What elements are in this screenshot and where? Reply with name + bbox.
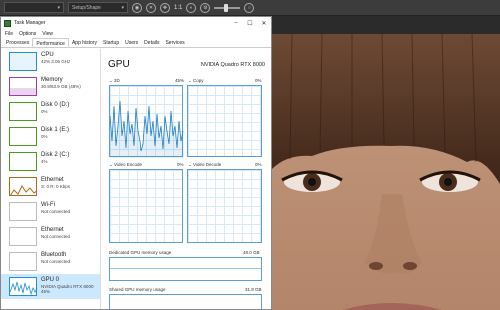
sidebar-item-disk-2[interactable]: Disk 2 (C:) 4% — [1, 149, 100, 174]
sidebar-item-usage: 45% — [41, 289, 51, 294]
menu-view[interactable]: View — [42, 31, 53, 37]
tab-details[interactable]: Details — [141, 38, 162, 47]
engine-3d-graph — [109, 85, 184, 158]
engine-copy-pct: 0% — [255, 78, 262, 83]
menu-file[interactable]: File — [5, 31, 13, 37]
host-dropdown-1[interactable]: ▾ — [4, 2, 64, 13]
engine-3d-pct: 45% — [175, 78, 185, 83]
sidebar-item-label: Ethernet — [41, 227, 64, 233]
sidebar-item-ethernet[interactable]: Ethernet S: 0 R: 0 Kbps — [1, 174, 100, 199]
sidebar-item-label: Disk 0 (D:) — [41, 102, 70, 108]
sidebar-item-label: Bluetooth — [41, 252, 67, 258]
maximize-button[interactable]: ☐ — [243, 17, 257, 29]
host-dropdown-2[interactable]: Setup/Shape ▾ — [68, 2, 128, 13]
engine-video-decode-pct: 0% — [255, 162, 262, 167]
sidebar-item-cpu[interactable]: CPU 42% 3.06 GHz — [1, 49, 100, 74]
ethernet-thumbnail — [9, 177, 37, 196]
host-slider[interactable] — [214, 3, 241, 12]
tab-strip: Processes Performance App history Startu… — [1, 38, 271, 48]
photo-canvas — [272, 34, 500, 310]
sidebar-item-disk-1[interactable]: Disk 1 (E:) 0% — [1, 124, 100, 149]
sidebar-item-memory[interactable]: Memory 30.9/63.9 GB (48%) — [1, 74, 100, 99]
bluetooth-thumbnail — [9, 252, 37, 271]
menu-options[interactable]: Options — [19, 31, 36, 37]
sidebar-item-label: CPU — [41, 52, 54, 58]
cross-icon[interactable]: ✕ — [146, 2, 156, 13]
sidebar-item-label: GPU 0 — [41, 277, 60, 283]
sidebar-item-detail: Not connected — [41, 259, 71, 264]
sidebar-item-detail: 0% — [41, 134, 48, 139]
menu-bar: File Options View — [1, 29, 271, 38]
tab-services[interactable]: Services — [162, 38, 187, 47]
tab-performance[interactable]: Performance — [32, 38, 69, 47]
window-title: Task Manager — [14, 20, 46, 26]
tab-processes[interactable]: Processes — [3, 38, 32, 47]
sidebar-item-bluetooth[interactable]: Bluetooth Not connected — [1, 249, 100, 274]
sidebar-item-detail: 0% — [41, 109, 48, 114]
sidebar-item-label: Disk 2 (C:) — [41, 152, 70, 158]
engine-copy-graph — [187, 85, 262, 157]
gpu-thumbnail — [9, 277, 37, 296]
sidebar-item-disk-0[interactable]: Disk 0 (D:) 0% — [1, 99, 100, 124]
resource-sidebar: CPU 42% 3.06 GHz Memory 30.9/63.9 GB (48%)… — [1, 49, 101, 309]
engine-video-encode-graph — [109, 169, 183, 243]
disk-thumbnail — [9, 127, 37, 146]
sidebar-item-gpu-0[interactable]: GPU 0 NVIDIA Quadro RTX 8000 45% — [1, 274, 100, 299]
gear-icon[interactable]: ⚙ — [200, 2, 211, 13]
sidebar-item-detail: 42% 3.06 GHz — [41, 59, 71, 64]
engine-video-decode-label[interactable]: ⌄ Video Decode — [188, 162, 221, 168]
title-bar[interactable]: Task Manager – ☐ ✕ — [1, 17, 271, 29]
wifi-thumbnail — [9, 202, 37, 221]
host-dropdown-2-value: Setup/Shape — [72, 4, 101, 11]
engine-video-decode-graph — [187, 169, 262, 243]
engine-video-encode-pct: 0% — [177, 162, 184, 167]
portrait-image — [272, 34, 500, 310]
engine-3d-label[interactable]: ⌄ 3D — [109, 78, 120, 84]
sidebar-item-ethernet-2[interactable]: Ethernet Not connected — [1, 224, 100, 249]
circle-icon[interactable]: ○ — [244, 2, 255, 13]
ethernet-thumbnail — [9, 227, 37, 246]
task-manager-window: Task Manager – ☐ ✕ File Options View Pro… — [0, 16, 272, 310]
sidebar-item-label: Disk 1 (E:) — [41, 127, 70, 133]
sidebar-item-detail: S: 0 R: 0 Kbps — [41, 184, 71, 189]
eye-icon[interactable]: ◐ — [186, 2, 197, 13]
sidebar-item-label: Ethernet — [41, 177, 64, 183]
chevron-down-icon: ▾ — [121, 4, 124, 11]
tab-app-history[interactable]: App history — [69, 38, 100, 47]
tab-users[interactable]: Users — [122, 38, 141, 47]
tab-startup[interactable]: Startup — [100, 38, 122, 47]
sidebar-item-label: Wi-Fi — [41, 202, 55, 208]
sidebar-item-detail: Not connected — [41, 209, 71, 214]
engine-video-encode-label[interactable]: ⌄ Video Encode — [109, 162, 142, 168]
target-icon[interactable]: ◉ — [132, 2, 142, 13]
cpu-thumbnail — [9, 52, 37, 71]
disk-thumbnail — [9, 102, 37, 121]
sidebar-item-detail: 4% — [41, 159, 48, 164]
dedicated-memory-bar — [109, 257, 262, 281]
shared-memory-bar — [109, 294, 262, 309]
sidebar-item-wifi[interactable]: Wi-Fi Not connected — [1, 199, 100, 224]
sidebar-item-detail: 30.9/63.9 GB (48%) — [41, 84, 81, 89]
close-button[interactable]: ✕ — [257, 17, 271, 29]
sidebar-item-detail: Not connected — [41, 234, 71, 239]
chevron-down-icon: ▾ — [57, 4, 60, 11]
shared-memory-label: Shared GPU memory usage — [109, 287, 166, 292]
shared-memory-value: 31.9 GB — [245, 287, 262, 292]
engine-copy-label[interactable]: ⌄ Copy — [188, 78, 204, 84]
minimize-button[interactable]: – — [229, 17, 243, 29]
gpu-heading: GPU — [108, 59, 130, 70]
move-icon[interactable]: ✥ — [160, 2, 170, 13]
disk-thumbnail — [9, 152, 37, 171]
gpu-performance-panel: GPU NVIDIA Quadro RTX 8000 ⌄ 3D 45% ⌄ Co… — [105, 49, 269, 309]
dedicated-memory-label: Dedicated GPU memory usage — [109, 250, 172, 255]
gpu-model: NVIDIA Quadro RTX 8000 — [200, 62, 265, 68]
host-toolbar: ▾ Setup/Shape ▾ ◉ ✕ ✥ 1:1 ◐ ⚙ ○ — [0, 0, 500, 16]
dedicated-memory-value: 48.0 GB — [243, 250, 260, 255]
memory-thumbnail — [9, 77, 37, 96]
sidebar-item-label: Memory — [41, 77, 63, 83]
zoom-label[interactable]: 1:1 — [174, 5, 182, 11]
task-manager-icon — [4, 19, 11, 27]
